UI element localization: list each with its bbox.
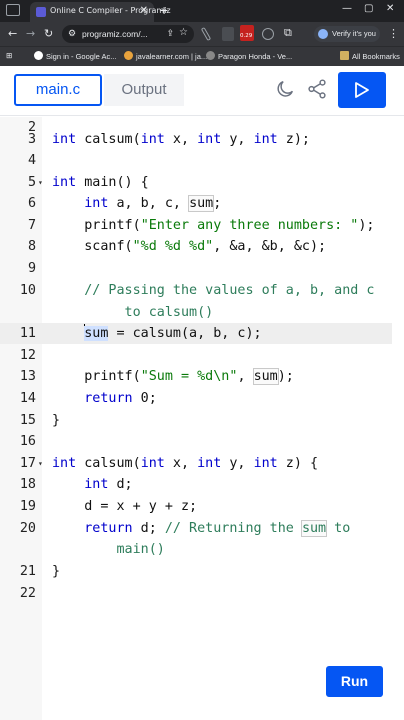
code-line[interactable]: 17 ▾ int calsum(int x, int y, int z) { [0,453,404,474]
close-tab-icon[interactable]: ✕ [140,5,148,16]
code-line-active[interactable]: 11 sum = calsum(a, b, c); [0,323,392,344]
verify-profile-button[interactable]: Verify it's you [314,26,380,42]
programiz-favicon-icon [36,7,46,17]
code-line[interactable]: 16 [0,431,404,452]
minimize-icon[interactable]: — [342,3,352,14]
new-tab-icon[interactable]: + [160,2,168,18]
code-line[interactable]: 5 ▾ int main() { [0,172,404,193]
circle-extension-icon[interactable] [262,28,274,40]
puzzle-extensions-icon[interactable]: ⧉ [284,26,292,40]
bookmark-javalearner[interactable]: javalearner.com | ja... [124,51,207,61]
javalearner-icon [124,51,133,60]
code-line[interactable]: 20 return d; // Returning the sum to [0,518,404,539]
code-line[interactable]: 21} [0,561,404,582]
fold-arrow-icon[interactable]: ▾ [38,172,43,193]
google-icon [34,51,43,60]
code-line[interactable]: 15} [0,410,404,431]
share-nodes-icon[interactable] [306,78,328,100]
code-line-wrapped[interactable]: to calsum() [0,302,404,323]
tab-search-icon[interactable] [6,4,20,16]
extension-badge-text: 0.29 [240,33,253,39]
run-play-button[interactable] [338,72,386,108]
extension-icon[interactable] [222,27,234,41]
star-icon[interactable]: ☆ [179,27,188,38]
fold-arrow-icon[interactable]: ▾ [38,453,43,474]
all-bookmarks[interactable]: All Bookmarks [340,51,400,61]
code-line[interactable]: 19 d = x + y + z; [0,496,404,517]
tab-main-c[interactable]: main.c [14,74,102,106]
browser-tab-title: Online C Compiler - Programiz [50,6,171,15]
site-info-icon[interactable]: ⚙ [68,28,76,39]
editor-header: main.c Output [0,66,404,116]
avatar [318,29,328,39]
run-button[interactable]: Run [326,666,383,697]
code-line-wrapped[interactable]: main() [0,539,404,560]
forward-icon[interactable]: → [26,27,35,40]
close-window-icon[interactable]: ✕ [386,3,394,14]
browser-tab-bar: Online C Compiler - Programiz ✕ + — ▢ ✕ [0,0,404,22]
code-line[interactable]: 9 [0,258,404,279]
code-line[interactable]: 6 int a, b, c, sum; [0,193,404,214]
menu-icon[interactable]: ⋮ [388,27,399,40]
bookmarks-bar: ⊞ Sign in - Google Ac... javalearner.com… [0,46,404,66]
badge-extension-icon[interactable]: 0.29 [240,25,254,41]
code-line[interactable]: 14 return 0; [0,388,404,409]
back-icon[interactable]: ← [8,27,17,40]
code-line[interactable]: 4 [0,150,404,171]
code-line[interactable]: 10 // Passing the values of a, b, and c [0,280,404,301]
pen-extension-icon[interactable] [200,26,212,42]
bookmark-google[interactable]: Sign in - Google Ac... [34,51,116,61]
code-line[interactable]: 13 printf("Sum = %d\n", sum); [0,366,404,387]
address-bar-url: programiz.com/... [82,29,148,39]
apps-icon[interactable]: ⊞ [6,51,12,60]
address-bar[interactable]: ⚙ programiz.com/... ⇪ ☆ [62,25,194,43]
play-icon [355,82,369,98]
code-line[interactable]: 3 int calsum(int x, int y, int z); [0,129,404,150]
code-line[interactable]: 22 [0,583,404,604]
share-icon[interactable]: ⇪ [166,28,174,39]
tab-output[interactable]: Output [104,74,184,106]
maximize-icon[interactable]: ▢ [364,3,373,14]
code-line[interactable]: 7 printf("Enter any three numbers: "); [0,215,404,236]
bookmark-paragon-honda[interactable]: Paragon Honda - Ve... [206,51,292,61]
browser-toolbar: ← → ↻ ⚙ programiz.com/... ⇪ ☆ 0.29 ⧉ Ver… [0,22,404,46]
code-line[interactable]: 8 scanf("%d %d %d", &a, &b, &c); [0,236,404,257]
reload-icon[interactable]: ↻ [44,27,53,40]
paragon-icon [206,51,215,60]
browser-tab[interactable]: Online C Compiler - Programiz ✕ [30,2,171,22]
folder-icon [340,51,349,60]
code-line[interactable]: 12 [0,345,404,366]
verify-label: Verify it's you [332,29,376,38]
code-line[interactable]: 18 int d; [0,474,404,495]
code-editor[interactable]: 2 3 int calsum(int x, int y, int z); 4 5 ▾… [0,117,404,720]
moon-icon[interactable] [274,78,296,100]
